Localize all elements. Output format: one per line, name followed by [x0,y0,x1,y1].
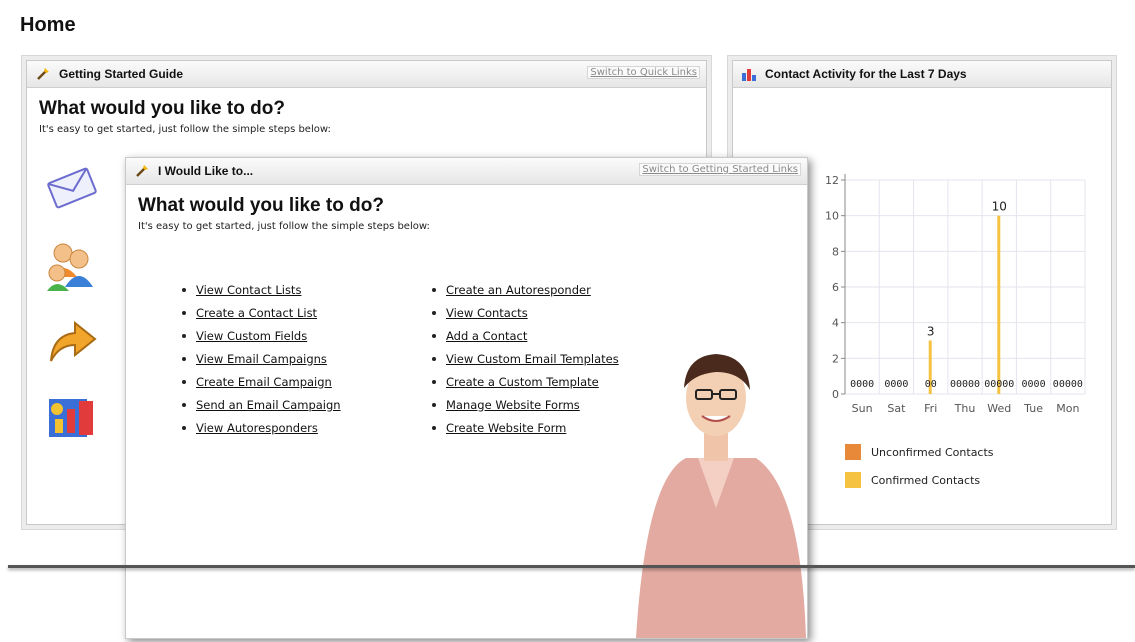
create-custom-template-link[interactable]: Create a Custom Template [446,375,599,389]
bar-value-label: 10 [992,200,1007,214]
y-tick-label: 10 [825,210,839,223]
view-contact-lists-link[interactable]: View Contact Lists [196,283,301,297]
view-contacts-link[interactable]: View Contacts [446,306,528,320]
left-link-list: View Contact Lists Create a Contact List… [182,278,341,439]
y-tick-label: 0 [832,388,839,401]
x-tick-label: Wed [987,402,1011,415]
envelope-icon[interactable] [45,161,99,215]
zero-data-label: 00 [925,379,937,390]
view-autoresponders-link[interactable]: View Autoresponders [196,421,318,435]
bullet-icon [432,402,436,407]
bullet-icon [182,287,186,292]
contacts-icon[interactable] [45,237,99,291]
x-tick-label: Fri [924,402,937,415]
x-tick-label: Sat [887,402,906,415]
add-contact-link[interactable]: Add a Contact [446,329,527,343]
bullet-icon [432,310,436,315]
create-autoresponder-link[interactable]: Create an Autoresponder [446,283,591,297]
i-would-like-heading: What would you like to do? [138,195,384,216]
bar-value-label: 3 [927,325,935,339]
y-tick-label: 4 [832,317,839,330]
y-tick-label: 2 [832,352,839,365]
bullet-icon [182,333,186,338]
bullet-icon [182,425,186,430]
i-would-like-title: I Would Like to... [158,164,254,178]
contact-activity-title: Contact Activity for the Last 7 Days [765,67,967,81]
list-item: Create an Autoresponder [432,278,619,301]
zero-data-label: 0000 [850,379,874,390]
list-item: Create a Custom Template [432,370,619,393]
bullet-icon [182,310,186,315]
bullet-icon [432,333,436,338]
bar-chart-icon [741,66,757,82]
zero-data-label: 0000 [884,379,908,390]
bullet-icon [182,379,186,384]
right-link-list: Create an Autoresponder View Contacts Ad… [432,278,619,439]
view-custom-fields-link[interactable]: View Custom Fields [196,329,307,343]
list-item: Create Email Campaign [182,370,341,393]
view-email-campaigns-link[interactable]: View Email Campaigns [196,352,327,366]
y-tick-label: 6 [832,281,839,294]
list-item: Manage Website Forms [432,393,619,416]
bullet-icon [432,356,436,361]
x-tick-label: Sun [852,402,873,415]
list-item: Add a Contact [432,324,619,347]
woman-illustration [616,338,816,638]
list-item: View Custom Fields [182,324,341,347]
reports-icon[interactable] [45,389,99,443]
x-tick-label: Mon [1056,402,1079,415]
forward-arrow-icon[interactable] [45,313,99,367]
i-would-like-subheading: It's easy to get started, just follow th… [138,221,430,232]
create-website-form-link[interactable]: Create Website Form [446,421,566,435]
getting-started-header: Getting Started Guide Switch to Quick Li… [27,61,706,88]
wand-icon [35,66,51,82]
zero-data-label: 0000 [1022,379,1046,390]
bullet-icon [182,402,186,407]
y-tick-label: 8 [832,245,839,258]
switch-to-quick-links-link[interactable]: Switch to Quick Links [587,66,700,79]
list-item: Create Website Form [432,416,619,439]
bullet-icon [432,379,436,384]
zero-data-label: 00000 [950,379,980,390]
bullet-icon [432,425,436,430]
y-tick-label: 12 [825,174,839,187]
bar-wed-1 [997,215,1001,394]
wand-icon [134,163,150,179]
legend-swatch [845,444,861,460]
zero-data-label: 00000 [984,379,1014,390]
contact-activity-header: Contact Activity for the Last 7 Days [733,61,1111,88]
i-would-like-header: I Would Like to... Switch to Getting Sta… [126,158,807,185]
bottom-divider [8,565,1135,568]
list-item: Create a Contact List [182,301,341,324]
bullet-icon [182,356,186,361]
send-email-campaign-link[interactable]: Send an Email Campaign [196,398,341,412]
create-contact-list-link[interactable]: Create a Contact List [196,306,317,320]
page-title: Home [20,14,76,36]
list-item: View Contacts [432,301,619,324]
zero-data-label: 00000 [1053,379,1083,390]
legend-label: Confirmed Contacts [871,474,980,487]
create-email-campaign-link[interactable]: Create Email Campaign [196,375,332,389]
legend-label: Unconfirmed Contacts [871,446,994,459]
list-item: View Autoresponders [182,416,341,439]
bullet-icon [432,287,436,292]
manage-website-forms-link[interactable]: Manage Website Forms [446,398,580,412]
list-item: View Contact Lists [182,278,341,301]
switch-to-getting-started-link[interactable]: Switch to Getting Started Links [639,163,801,176]
legend-swatch [845,472,861,488]
list-item: View Email Campaigns [182,347,341,370]
list-item: View Custom Email Templates [432,347,619,370]
x-tick-label: Thu [954,402,976,415]
list-item: Send an Email Campaign [182,393,341,416]
x-tick-label: Tue [1023,402,1043,415]
getting-started-subheading: It's easy to get started, just follow th… [39,124,331,135]
getting-started-icons [45,161,105,465]
view-custom-email-templates-link[interactable]: View Custom Email Templates [446,352,619,366]
getting-started-title: Getting Started Guide [59,67,184,81]
getting-started-heading: What would you like to do? [39,98,285,119]
